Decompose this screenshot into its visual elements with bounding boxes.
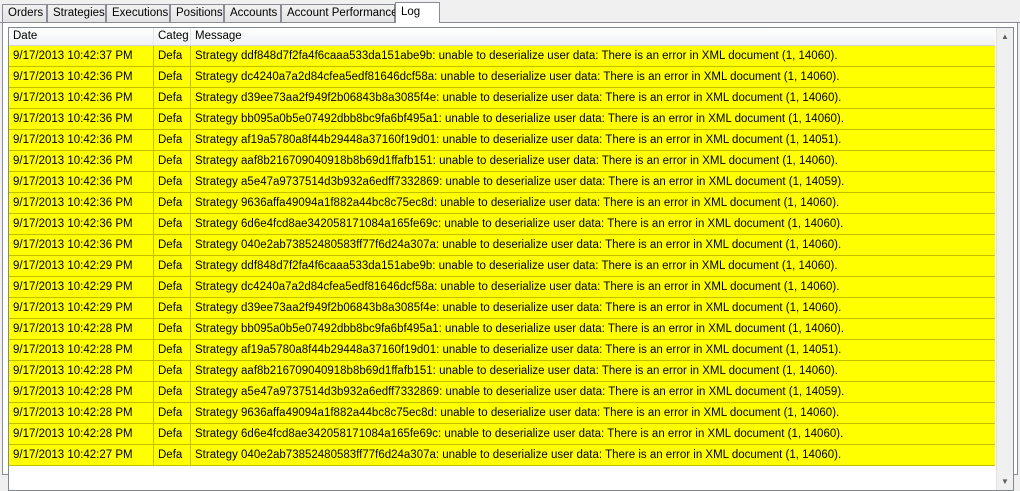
log-cell-category: Defa [154, 319, 191, 339]
log-cell-date: 9/17/2013 10:42:28 PM [9, 403, 154, 423]
log-row[interactable]: 9/17/2013 10:42:36 PM Defa Strategy af19a5… [9, 130, 995, 151]
log-cell-message: Strategy 6d6e4fcd8ae342058171084a165fe69… [195, 218, 844, 230]
log-cell-message: Strategy 9636affa49094a1f882a44bc8c75ec8… [195, 197, 840, 209]
log-cell-message: Strategy ddf848d7f2fa4f6caaa533da151abe9… [195, 50, 838, 62]
log-row[interactable]: 9/17/2013 10:42:36 PM Defa Strategy a5e47a… [9, 172, 995, 193]
log-cell-message: Strategy d39ee73aa2f949f2b06843b8a3085f4… [195, 92, 842, 104]
log-cell-category: Defa [154, 214, 191, 234]
log-cell-category: Defa [154, 109, 191, 129]
log-grid: Date Categ Message 9/17/2013 10:42:37 PM… [8, 27, 1014, 491]
log-cell-date: 9/17/2013 10:42:36 PM [9, 130, 154, 150]
arrow-up-icon[interactable]: ▲ [997, 28, 1013, 45]
log-cell-message: Strategy a5e47a9737514d3b932a6edff733286… [195, 386, 845, 398]
log-grid-rows: 9/17/2013 10:42:37 PM Defa Strategy ddf848… [9, 46, 995, 490]
log-cell-date: 9/17/2013 10:42:36 PM [9, 214, 154, 234]
tab-strategies[interactable]: Strategies [47, 4, 106, 22]
log-grid-header: Date Categ Message [9, 28, 995, 46]
log-cell-date: 9/17/2013 10:42:27 PM [9, 445, 154, 465]
log-row[interactable]: 9/17/2013 10:42:28 PM Defa Strategy 9636af… [9, 403, 995, 424]
log-cell-message: Strategy bb095a0b5e07492dbb8bc9fa6bf495a… [195, 113, 844, 125]
log-cell-date: 9/17/2013 10:42:36 PM [9, 109, 154, 129]
log-row[interactable]: 9/17/2013 10:42:37 PM Defa Strategy ddf848… [9, 46, 995, 67]
log-cell-message: Strategy ddf848d7f2fa4f6caaa533da151abe9… [195, 260, 838, 272]
log-cell-message: Strategy aaf8b216709040918b8b69d1ffafb15… [195, 155, 838, 167]
log-cell-date: 9/17/2013 10:42:28 PM [9, 361, 154, 381]
tab-executions[interactable]: Executions [106, 4, 170, 22]
log-row[interactable]: 9/17/2013 10:42:28 PM Defa Strategy 6d6e4f… [9, 424, 995, 445]
arrow-down-icon[interactable]: ▼ [997, 473, 1013, 490]
log-cell-message: Strategy 9636affa49094a1f882a44bc8c75ec8… [195, 407, 840, 419]
log-cell-category: Defa [154, 340, 191, 360]
log-cell-category: Defa [154, 46, 191, 66]
log-cell-date: 9/17/2013 10:42:28 PM [9, 319, 154, 339]
column-header-message[interactable]: Message [191, 28, 995, 45]
log-cell-date: 9/17/2013 10:42:37 PM [9, 46, 154, 66]
log-cell-message: Strategy aaf8b216709040918b8b69d1ffafb15… [195, 365, 838, 377]
log-cell-message: Strategy a5e47a9737514d3b932a6edff733286… [195, 176, 845, 188]
log-cell-date: 9/17/2013 10:42:36 PM [9, 88, 154, 108]
log-row[interactable]: 9/17/2013 10:42:36 PM Defa Strategy 6d6e4f… [9, 214, 995, 235]
tab-strip: Orders Strategies Executions Positions A… [0, 0, 1020, 24]
log-cell-message: Strategy dc4240a7a2d84cfea5edf81646dcf58… [195, 281, 840, 293]
log-cell-category: Defa [154, 67, 191, 87]
log-row[interactable]: 9/17/2013 10:42:36 PM Defa Strategy aaf8b2… [9, 151, 995, 172]
column-header-date[interactable]: Date [9, 28, 154, 45]
log-row[interactable]: 9/17/2013 10:42:29 PM Defa Strategy ddf848… [9, 256, 995, 277]
log-cell-date: 9/17/2013 10:42:36 PM [9, 151, 154, 171]
column-header-category[interactable]: Categ [154, 28, 191, 45]
tab-accounts[interactable]: Accounts [224, 4, 281, 22]
log-cell-category: Defa [154, 172, 191, 192]
log-cell-date: 9/17/2013 10:42:36 PM [9, 193, 154, 213]
log-cell-date: 9/17/2013 10:42:36 PM [9, 235, 154, 255]
log-cell-category: Defa [154, 361, 191, 381]
log-row[interactable]: 9/17/2013 10:42:36 PM Defa Strategy 040e2a… [9, 235, 995, 256]
log-row[interactable]: 9/17/2013 10:42:28 PM Defa Strategy bb095a… [9, 319, 995, 340]
log-cell-date: 9/17/2013 10:42:28 PM [9, 382, 154, 402]
log-cell-message: Strategy d39ee73aa2f949f2b06843b8a3085f4… [195, 302, 842, 314]
log-row[interactable]: 9/17/2013 10:42:28 PM Defa Strategy a5e47a… [9, 382, 995, 403]
log-cell-message: Strategy bb095a0b5e07492dbb8bc9fa6bf495a… [195, 323, 844, 335]
log-cell-category: Defa [154, 277, 191, 297]
log-row[interactable]: 9/17/2013 10:42:28 PM Defa Strategy af19a5… [9, 340, 995, 361]
log-cell-date: 9/17/2013 10:42:29 PM [9, 277, 154, 297]
log-cell-category: Defa [154, 382, 191, 402]
log-cell-date: 9/17/2013 10:42:29 PM [9, 298, 154, 318]
tab-log[interactable]: Log [395, 2, 440, 23]
log-row[interactable]: 9/17/2013 10:42:29 PM Defa Strategy d39ee7… [9, 298, 995, 319]
log-cell-date: 9/17/2013 10:42:36 PM [9, 67, 154, 87]
log-cell-message: Strategy af19a5780a8f44b29448a37160f19d0… [195, 134, 842, 146]
log-cell-message: Strategy 040e2ab73852480583ff77f6d24a307… [195, 239, 842, 251]
tab-account-performance[interactable]: Account Performance [281, 4, 398, 22]
log-cell-category: Defa [154, 445, 191, 465]
log-cell-message: Strategy af19a5780a8f44b29448a37160f19d0… [195, 344, 842, 356]
log-cell-category: Defa [154, 151, 191, 171]
log-row[interactable]: 9/17/2013 10:42:29 PM Defa Strategy dc4240… [9, 277, 995, 298]
log-row[interactable]: 9/17/2013 10:42:27 PM Defa Strategy 040e2a… [9, 445, 995, 466]
tab-orders[interactable]: Orders [2, 4, 47, 22]
log-cell-message: Strategy 040e2ab73852480583ff77f6d24a307… [195, 449, 842, 461]
log-row[interactable]: 9/17/2013 10:42:36 PM Defa Strategy bb095a… [9, 109, 995, 130]
log-cell-category: Defa [154, 424, 191, 444]
log-row[interactable]: 9/17/2013 10:42:36 PM Defa Strategy d39ee7… [9, 88, 995, 109]
log-row[interactable]: 9/17/2013 10:42:36 PM Defa Strategy 9636af… [9, 193, 995, 214]
log-row[interactable]: 9/17/2013 10:42:28 PM Defa Strategy aaf8b2… [9, 361, 995, 382]
log-cell-category: Defa [154, 256, 191, 276]
log-cell-category: Defa [154, 193, 191, 213]
log-cell-message: Strategy dc4240a7a2d84cfea5edf81646dcf58… [195, 71, 840, 83]
tab-positions[interactable]: Positions [170, 4, 224, 22]
log-cell-category: Defa [154, 235, 191, 255]
vertical-scrollbar[interactable]: ▲ ▼ [996, 28, 1013, 490]
log-cell-date: 9/17/2013 10:42:28 PM [9, 424, 154, 444]
log-cell-date: 9/17/2013 10:42:28 PM [9, 340, 154, 360]
log-row[interactable]: 9/17/2013 10:42:36 PM Defa Strategy dc4240… [9, 67, 995, 88]
log-cell-message: Strategy 6d6e4fcd8ae342058171084a165fe69… [195, 428, 844, 440]
log-cell-category: Defa [154, 130, 191, 150]
log-cell-date: 9/17/2013 10:42:36 PM [9, 172, 154, 192]
log-cell-category: Defa [154, 403, 191, 423]
log-cell-date: 9/17/2013 10:42:29 PM [9, 256, 154, 276]
log-cell-category: Defa [154, 298, 191, 318]
log-cell-category: Defa [154, 88, 191, 108]
